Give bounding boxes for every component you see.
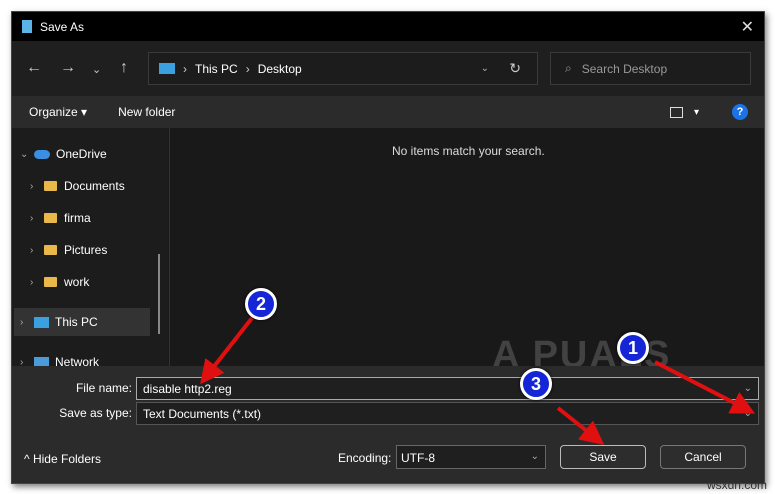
- sidebar-item-documents[interactable]: › Documents: [30, 172, 125, 200]
- network-icon: [34, 356, 49, 366]
- empty-message: No items match your search.: [392, 144, 545, 158]
- navigation-bar: ← → ⌄ ↑ › This PC › Desktop ⌄ ↻ ⌕ Search…: [12, 41, 764, 96]
- save-as-dialog: Save As ✕ ← → ⌄ ↑ › This PC › Desktop ⌄ …: [11, 11, 765, 484]
- chevron-down-icon: ⌄: [530, 451, 539, 462]
- annotation-badge-3: 3: [520, 368, 552, 400]
- search-icon: ⌕: [565, 61, 572, 75]
- folder-icon: [44, 245, 57, 255]
- pane-divider[interactable]: [169, 128, 170, 366]
- title-bar: Save As ✕: [12, 12, 764, 41]
- file-name-input[interactable]: disable http2.reg ⌄: [136, 377, 759, 400]
- hide-folders-button[interactable]: ^ Hide Folders: [24, 452, 101, 466]
- save-as-type-label: Save as type:: [59, 406, 132, 420]
- close-icon[interactable]: ✕: [741, 17, 754, 37]
- sidebar-scrollbar[interactable]: [158, 254, 160, 334]
- toolbar: Organize ▾ New folder ▾ ?: [12, 96, 764, 128]
- refresh-icon[interactable]: ↻: [509, 60, 521, 77]
- chevron-down-icon[interactable]: ⌄: [744, 408, 752, 419]
- pc-icon: [34, 316, 49, 328]
- organize-button[interactable]: Organize ▾: [29, 105, 87, 119]
- sidebar-item-onedrive[interactable]: ⌄ OneDrive: [20, 140, 107, 168]
- cancel-button[interactable]: Cancel: [660, 445, 746, 469]
- chevron-down-icon[interactable]: ⌄: [744, 383, 752, 394]
- sidebar-item-pictures[interactable]: › Pictures: [30, 236, 107, 264]
- recent-chevron-icon[interactable]: ⌄: [92, 63, 101, 76]
- save-button[interactable]: Save: [560, 445, 646, 469]
- window-title: Save As: [40, 19, 85, 34]
- encoding-label: Encoding:: [338, 451, 392, 465]
- encoding-select[interactable]: UTF-8 ⌄: [396, 445, 546, 469]
- notepad-icon: [22, 20, 32, 33]
- folder-icon: [44, 213, 57, 223]
- cloud-icon: [34, 149, 50, 159]
- save-options-panel: File name: disable http2.reg ⌄ Save as ty…: [12, 366, 764, 483]
- search-placeholder: Search Desktop: [581, 61, 668, 76]
- sidebar-item-work[interactable]: › work: [30, 268, 89, 296]
- breadcrumb-desktop[interactable]: Desktop: [258, 62, 302, 76]
- view-dropdown-icon[interactable]: ▾: [694, 107, 699, 118]
- search-input[interactable]: ⌕ Search Desktop: [550, 52, 751, 85]
- breadcrumb-this-pc[interactable]: This PC: [195, 62, 238, 76]
- back-icon[interactable]: ←: [26, 59, 42, 77]
- folder-icon: [44, 277, 57, 287]
- annotation-badge-1: 1: [617, 332, 649, 364]
- annotation-badge-2: 2: [245, 288, 277, 320]
- new-folder-button[interactable]: New folder: [118, 105, 175, 119]
- sidebar-item-firma[interactable]: › firma: [30, 204, 91, 232]
- sidebar-item-this-pc[interactable]: › This PC: [14, 308, 150, 336]
- up-icon[interactable]: ↑: [120, 59, 128, 77]
- navigation-pane: ⌄ OneDrive › Documents › firma › Pictures › w…: [12, 128, 168, 366]
- sidebar-item-network[interactable]: › Network: [20, 348, 99, 366]
- view-icon[interactable]: [670, 106, 683, 118]
- pc-icon: [159, 63, 175, 74]
- chevron-up-icon: ^: [24, 452, 33, 466]
- address-bar[interactable]: › This PC › Desktop ⌄ ↻: [148, 52, 538, 85]
- address-dropdown-icon[interactable]: ⌄: [481, 63, 489, 74]
- folder-icon: [44, 181, 57, 191]
- save-as-type-select[interactable]: Text Documents (*.txt) ⌄: [136, 402, 759, 425]
- file-name-label: File name:: [75, 381, 132, 395]
- forward-icon[interactable]: →: [60, 59, 76, 77]
- site-watermark: wsxdn.com: [706, 478, 767, 492]
- help-button[interactable]: ?: [732, 104, 748, 120]
